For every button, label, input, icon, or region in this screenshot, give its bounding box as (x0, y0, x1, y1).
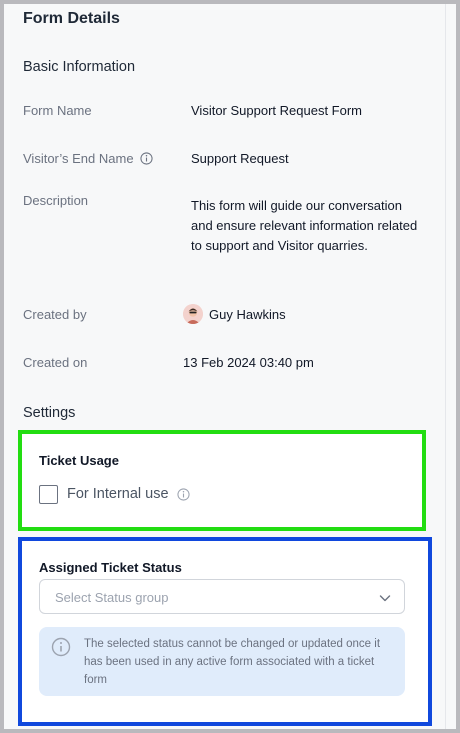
info-icon (51, 637, 71, 657)
internal-use-checkbox[interactable] (39, 485, 58, 504)
end-name-label: Visitor’s End Name (23, 151, 153, 166)
created-by-label: Created by (23, 307, 87, 322)
end-name-value: Support Request (191, 151, 289, 166)
status-info-text: The selected status cannot be changed or… (84, 638, 381, 686)
ticket-usage-section: Ticket Usage For Internal use (18, 430, 426, 531)
description-label: Description (23, 193, 88, 208)
page-title: Form Details (23, 10, 120, 27)
basic-information-heading: Basic Information (23, 59, 136, 75)
description-label-text: Description (23, 193, 89, 208)
description-value: This form will guide our conversation an… (191, 198, 418, 253)
chevron-down-icon (379, 595, 391, 602)
info-icon[interactable] (139, 152, 153, 165)
panel-divider (445, 4, 446, 729)
internal-use-label-text: For Internal use (67, 486, 169, 502)
avatar (183, 304, 203, 324)
ticket-usage-title: Ticket Usage (39, 453, 119, 468)
form-details-panel: Form Details Basic Information Form Name… (0, 0, 460, 733)
status-group-select[interactable]: Select Status group (39, 579, 405, 614)
created-by-label-text: Created by (23, 307, 87, 322)
assigned-ticket-status-title: Assigned Ticket Status (39, 560, 182, 575)
status-group-placeholder: Select Status group (55, 590, 169, 605)
created-on-value: 13 Feb 2024 03:40 pm (183, 355, 314, 370)
assigned-ticket-status-section: Assigned Ticket Status Select Status gro… (18, 537, 432, 726)
form-name-label-text: Form Name (23, 103, 92, 118)
end-name-label-text: Visitor’s End Name (23, 151, 134, 166)
internal-use-label[interactable]: For Internal use (67, 486, 190, 502)
form-name-value: Visitor Support Request Form (191, 103, 362, 118)
status-info-note: The selected status cannot be changed or… (39, 627, 405, 696)
settings-heading: Settings (23, 405, 76, 421)
form-name-label: Form Name (23, 103, 92, 118)
info-icon[interactable] (176, 487, 190, 501)
created-on-label: Created on (23, 355, 87, 370)
created-on-label-text: Created on (23, 355, 88, 370)
created-by-value: Guy Hawkins (209, 307, 286, 322)
